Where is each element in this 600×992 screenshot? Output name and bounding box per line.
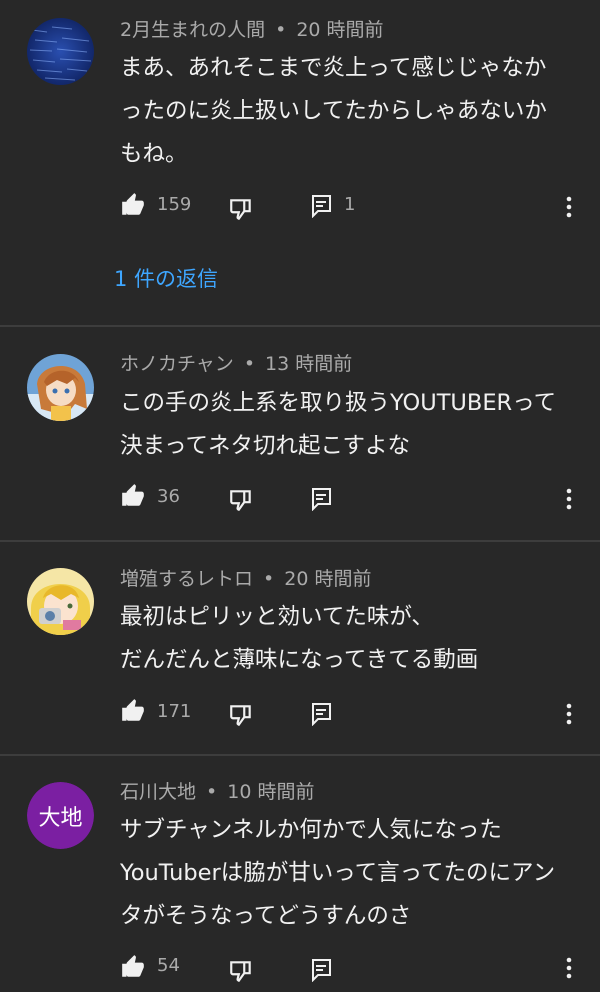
more-vert-icon[interactable] <box>564 195 574 219</box>
separator-dot: • <box>206 781 218 803</box>
like-count: 54 <box>157 955 180 976</box>
comment-time[interactable]: 20 時間前 <box>284 568 371 590</box>
like-icon[interactable] <box>120 698 146 724</box>
like-count: 171 <box>157 701 192 722</box>
like-icon[interactable] <box>120 483 146 509</box>
dislike-icon[interactable] <box>228 487 254 513</box>
comment-time[interactable]: 20 時間前 <box>296 19 383 41</box>
comment-line: サブチャンネルか何かで人気になった <box>120 817 502 843</box>
view-replies-link[interactable]: 1 件の返信 <box>114 265 218 293</box>
like-icon[interactable] <box>120 954 146 980</box>
comment-line: まあ、あれそこまで炎上って感じじゃなか <box>120 55 547 81</box>
avatar-initials: 大地 <box>38 805 83 831</box>
avatar[interactable] <box>27 18 94 85</box>
more-vert-icon[interactable] <box>564 956 574 980</box>
comment-actions: 54 <box>0 952 600 992</box>
author-name[interactable]: 増殖するレトロ <box>120 568 253 590</box>
comment-meta: 増殖するレトロ • 20 時間前 <box>120 567 371 591</box>
dislike-icon[interactable] <box>228 702 254 728</box>
author-name[interactable]: 石川大地 <box>120 781 196 803</box>
comment-line: ったのに炎上扱いしてたからしゃあないか <box>120 98 547 124</box>
comment-item: 大地 石川大地 • 10 時間前 サブチャンネルか何かで人気になった YouTube… <box>0 756 600 983</box>
reply-icon[interactable] <box>310 702 332 726</box>
comment-line: この手の炎上系を取り扱うYOUTUBERって <box>120 390 557 416</box>
like-count: 159 <box>157 194 192 215</box>
comment-line: もね。 <box>120 141 188 167</box>
separator-dot: • <box>243 353 256 375</box>
comment-item: 2月生まれの人間 • 20 時間前 まあ、あれそこまで炎上って感じじゃなか ったのに… <box>0 0 600 326</box>
comment-time[interactable]: 13 時間前 <box>265 353 352 375</box>
avatar[interactable] <box>27 354 94 421</box>
comment-line: だんだんと薄味になってきてる動画 <box>120 647 479 673</box>
reply-icon[interactable] <box>310 958 332 982</box>
comment-line: 決まってネタ切れ起こすよな <box>120 433 411 459</box>
comment-text: サブチャンネルか何かで人気になった YouTuberは脇が甘いって言ってたのにア… <box>120 809 582 938</box>
author-name[interactable]: 2月生まれの人間 <box>120 19 265 41</box>
comment-text: まあ、あれそこまで炎上って感じじゃなか ったのに炎上扱いしてたからしゃあないか … <box>120 47 582 176</box>
more-vert-icon[interactable] <box>564 487 574 511</box>
like-icon[interactable] <box>120 192 146 218</box>
reply-icon[interactable] <box>310 487 332 511</box>
author-name[interactable]: ホノカチャン <box>120 353 234 375</box>
comment-item: ホノカチャン • 13 時間前 この手の炎上系を取り扱うYOUTUBERって 決まっ… <box>0 327 600 541</box>
more-vert-icon[interactable] <box>564 702 574 726</box>
comment-line: タがそうなってどうすんのさ <box>120 903 412 929</box>
dislike-icon[interactable] <box>228 958 254 984</box>
separator-dot: • <box>275 19 287 41</box>
separator-dot: • <box>263 568 275 590</box>
dislike-icon[interactable] <box>228 196 254 222</box>
comment-line: 最初はピリッと効いてた味が、 <box>120 604 434 630</box>
comment-meta: 2月生まれの人間 • 20 時間前 <box>120 18 384 42</box>
reply-icon[interactable] <box>310 194 332 218</box>
reply-count: 1 <box>344 194 356 215</box>
comment-actions: 36 <box>0 479 600 519</box>
comment-text: 最初はピリッと効いてた味が、 だんだんと薄味になってきてる動画 <box>120 596 582 682</box>
comment-actions: 171 <box>0 694 600 734</box>
like-count: 36 <box>157 486 180 507</box>
avatar[interactable]: 大地 <box>27 782 94 849</box>
comment-meta: ホノカチャン • 13 時間前 <box>120 352 352 376</box>
comment-actions: 159 1 <box>0 186 600 226</box>
comment-text: この手の炎上系を取り扱うYOUTUBERって 決まってネタ切れ起こすよな <box>120 382 582 468</box>
avatar[interactable] <box>27 568 94 635</box>
comment-line: YouTuberは脇が甘いって言ってたのにアン <box>120 860 556 886</box>
comment-item: 増殖するレトロ • 20 時間前 最初はピリッと効いてた味が、 だんだんと薄味になっ… <box>0 542 600 754</box>
comment-time[interactable]: 10 時間前 <box>227 781 314 803</box>
comment-meta: 石川大地 • 10 時間前 <box>120 780 314 804</box>
